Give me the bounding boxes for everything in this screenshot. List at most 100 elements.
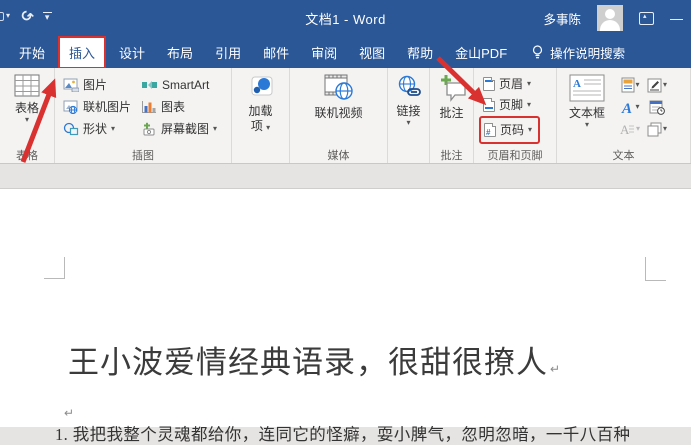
tab-layout[interactable]: 布局 [156, 36, 204, 69]
date-time-icon [649, 100, 665, 115]
chart-icon [142, 100, 157, 113]
signature-line-button[interactable]: ▾ [643, 74, 671, 96]
margin-crop-mark-right [645, 280, 666, 281]
addins-button[interactable]: 加载 项 ▾ [243, 71, 279, 146]
online-picture-icon [63, 100, 78, 114]
title-bar: ▾ ↻ ▾ 文档1 - Word 多事陈 — [0, 0, 691, 36]
margin-crop-mark-left [64, 257, 65, 279]
tab-home[interactable]: 开始 [8, 36, 56, 69]
quick-parts-icon [621, 77, 634, 93]
paragraph-mark-icon: ↵ [550, 362, 561, 376]
group-label-table: 表格 [16, 150, 38, 162]
ribbon-tab-bar: 开始 插入 设计 布局 引用 邮件 审阅 视图 帮助 金山PDF 操作说明搜索 [0, 35, 691, 69]
online-video-icon [324, 74, 354, 100]
drop-cap-icon: A [620, 122, 634, 136]
document-page[interactable]: 王小波爱情经典语录，很甜很撩人 ↵ ↵ 1. 我把我整个灵魂都给你，连同它的怪癖，… [0, 189, 691, 444]
group-label-media: 媒体 [327, 150, 350, 162]
user-name[interactable]: 多事陈 [543, 9, 581, 28]
footer-button[interactable]: 页脚 ▾ [480, 95, 534, 115]
tell-me-label: 操作说明搜索 [550, 46, 626, 61]
new-comment-button[interactable]: 批注 [433, 71, 471, 146]
signature-line-icon [647, 78, 662, 92]
group-label-header-footer: 页眉和页脚 [487, 150, 543, 162]
header-icon [483, 76, 495, 91]
group-label-links [388, 146, 429, 163]
comment-icon [440, 75, 466, 102]
lightbulb-icon [533, 44, 543, 58]
ribbon-group-addins: 加载 项 ▾ [232, 68, 290, 163]
dropdown-icon: ▾ [266, 123, 271, 132]
ribbon-display-options-icon[interactable] [639, 11, 654, 25]
table-icon [14, 74, 40, 97]
date-time-button[interactable] [643, 96, 671, 118]
dropdown-icon: ▾ [636, 124, 641, 133]
picture-icon [63, 78, 79, 92]
wordart-button[interactable]: A ▾ [617, 96, 643, 118]
dropdown-icon: ▾ [663, 124, 668, 133]
page-number-highlight-box: 页码 ▾ [479, 115, 541, 144]
footer-icon [483, 97, 495, 112]
smartart-button[interactable]: SmartArt [138, 75, 220, 94]
ribbon: 表格 ▾ 表格 图片 联机图片 形状 ▾ SmartArt 图表 屏幕截图 ▾ … [0, 68, 691, 164]
tab-review[interactable]: 审阅 [300, 36, 348, 69]
drop-cap-button[interactable]: A ▾ [617, 118, 643, 140]
links-button[interactable]: 链接 ▾ [392, 71, 426, 146]
margin-crop-mark-left [44, 278, 65, 279]
tab-insert[interactable]: 插入 [58, 35, 107, 69]
ribbon-group-comments: 批注 批注 [430, 68, 474, 163]
chart-button[interactable]: 图表 [138, 97, 220, 116]
addins-icon [251, 76, 272, 96]
group-label-illustrations: 插图 [132, 150, 154, 162]
page-number-button[interactable]: 页码 ▾ [484, 120, 532, 140]
tab-view[interactable]: 视图 [348, 36, 396, 69]
shapes-button[interactable]: 形状 ▾ [60, 119, 134, 138]
group-label-addins [232, 146, 289, 163]
user-avatar[interactable] [597, 5, 623, 31]
svg-text:A: A [621, 101, 632, 115]
textbox-icon: A [569, 74, 605, 102]
tab-references[interactable]: 引用 [204, 36, 252, 69]
document-body-line: 1. 我把我整个灵魂都给你，连同它的怪癖，耍小脾气，忽明忽暗，一千八百种 [55, 425, 631, 444]
document-title: 王小波爱情经典语录，很甜很撩人 ↵ [68, 345, 561, 380]
dropdown-icon: ▾ [527, 78, 532, 88]
header-button[interactable]: 页眉 ▾ [480, 74, 534, 94]
screenshot-icon [143, 122, 155, 135]
smartart-icon [142, 80, 158, 89]
tell-me-search[interactable]: 操作说明搜索 [532, 43, 625, 62]
svg-text:A: A [573, 78, 581, 90]
minimize-button[interactable]: — [670, 11, 683, 26]
pictures-button[interactable]: 图片 [60, 75, 134, 94]
dropdown-icon: ▾ [406, 118, 411, 127]
tab-mailings[interactable]: 邮件 [252, 36, 300, 69]
page-number-icon [484, 122, 496, 137]
dropdown-icon: ▾ [213, 123, 218, 133]
dropdown-icon: ▾ [528, 124, 533, 134]
paragraph-mark-icon: ↵ [64, 406, 75, 420]
ribbon-group-illustrations: 图片 联机图片 形状 ▾ SmartArt 图表 屏幕截图 ▾ 插图 [55, 68, 232, 163]
dropdown-icon: ▾ [635, 80, 640, 89]
link-icon [398, 75, 421, 96]
svg-text:A: A [620, 122, 630, 136]
object-button[interactable]: ▾ [643, 118, 671, 140]
dropdown-icon: ▾ [585, 120, 590, 129]
quick-parts-button[interactable]: ▾ [617, 74, 643, 96]
textbox-button[interactable]: A 文本框 ▾ [565, 71, 609, 146]
margin-crop-mark-right [645, 257, 646, 281]
group-label-text: 文本 [612, 150, 635, 162]
ribbon-group-media: 联机视频 媒体 [290, 68, 388, 163]
shapes-icon [63, 122, 79, 135]
tab-help[interactable]: 帮助 [396, 36, 444, 69]
dropdown-icon: ▾ [635, 102, 640, 111]
dropdown-icon: ▾ [111, 123, 116, 133]
online-video-button[interactable]: 联机视频 [310, 71, 366, 146]
table-button[interactable]: 表格 ▾ [10, 71, 44, 146]
tab-jinshan-pdf[interactable]: 金山PDF [444, 36, 518, 69]
object-icon [647, 122, 662, 136]
dropdown-icon: ▾ [527, 99, 532, 109]
online-pictures-button[interactable]: 联机图片 [60, 97, 134, 116]
dropdown-icon: ▾ [24, 115, 29, 124]
tab-design[interactable]: 设计 [108, 36, 156, 69]
document-area: 王小波爱情经典语录，很甜很撩人 ↵ ↵ 1. 我把我整个灵魂都给你，连同它的怪癖，… [0, 164, 691, 444]
screenshot-button[interactable]: 屏幕截图 ▾ [138, 119, 220, 138]
ribbon-group-links: 链接 ▾ [388, 68, 430, 163]
